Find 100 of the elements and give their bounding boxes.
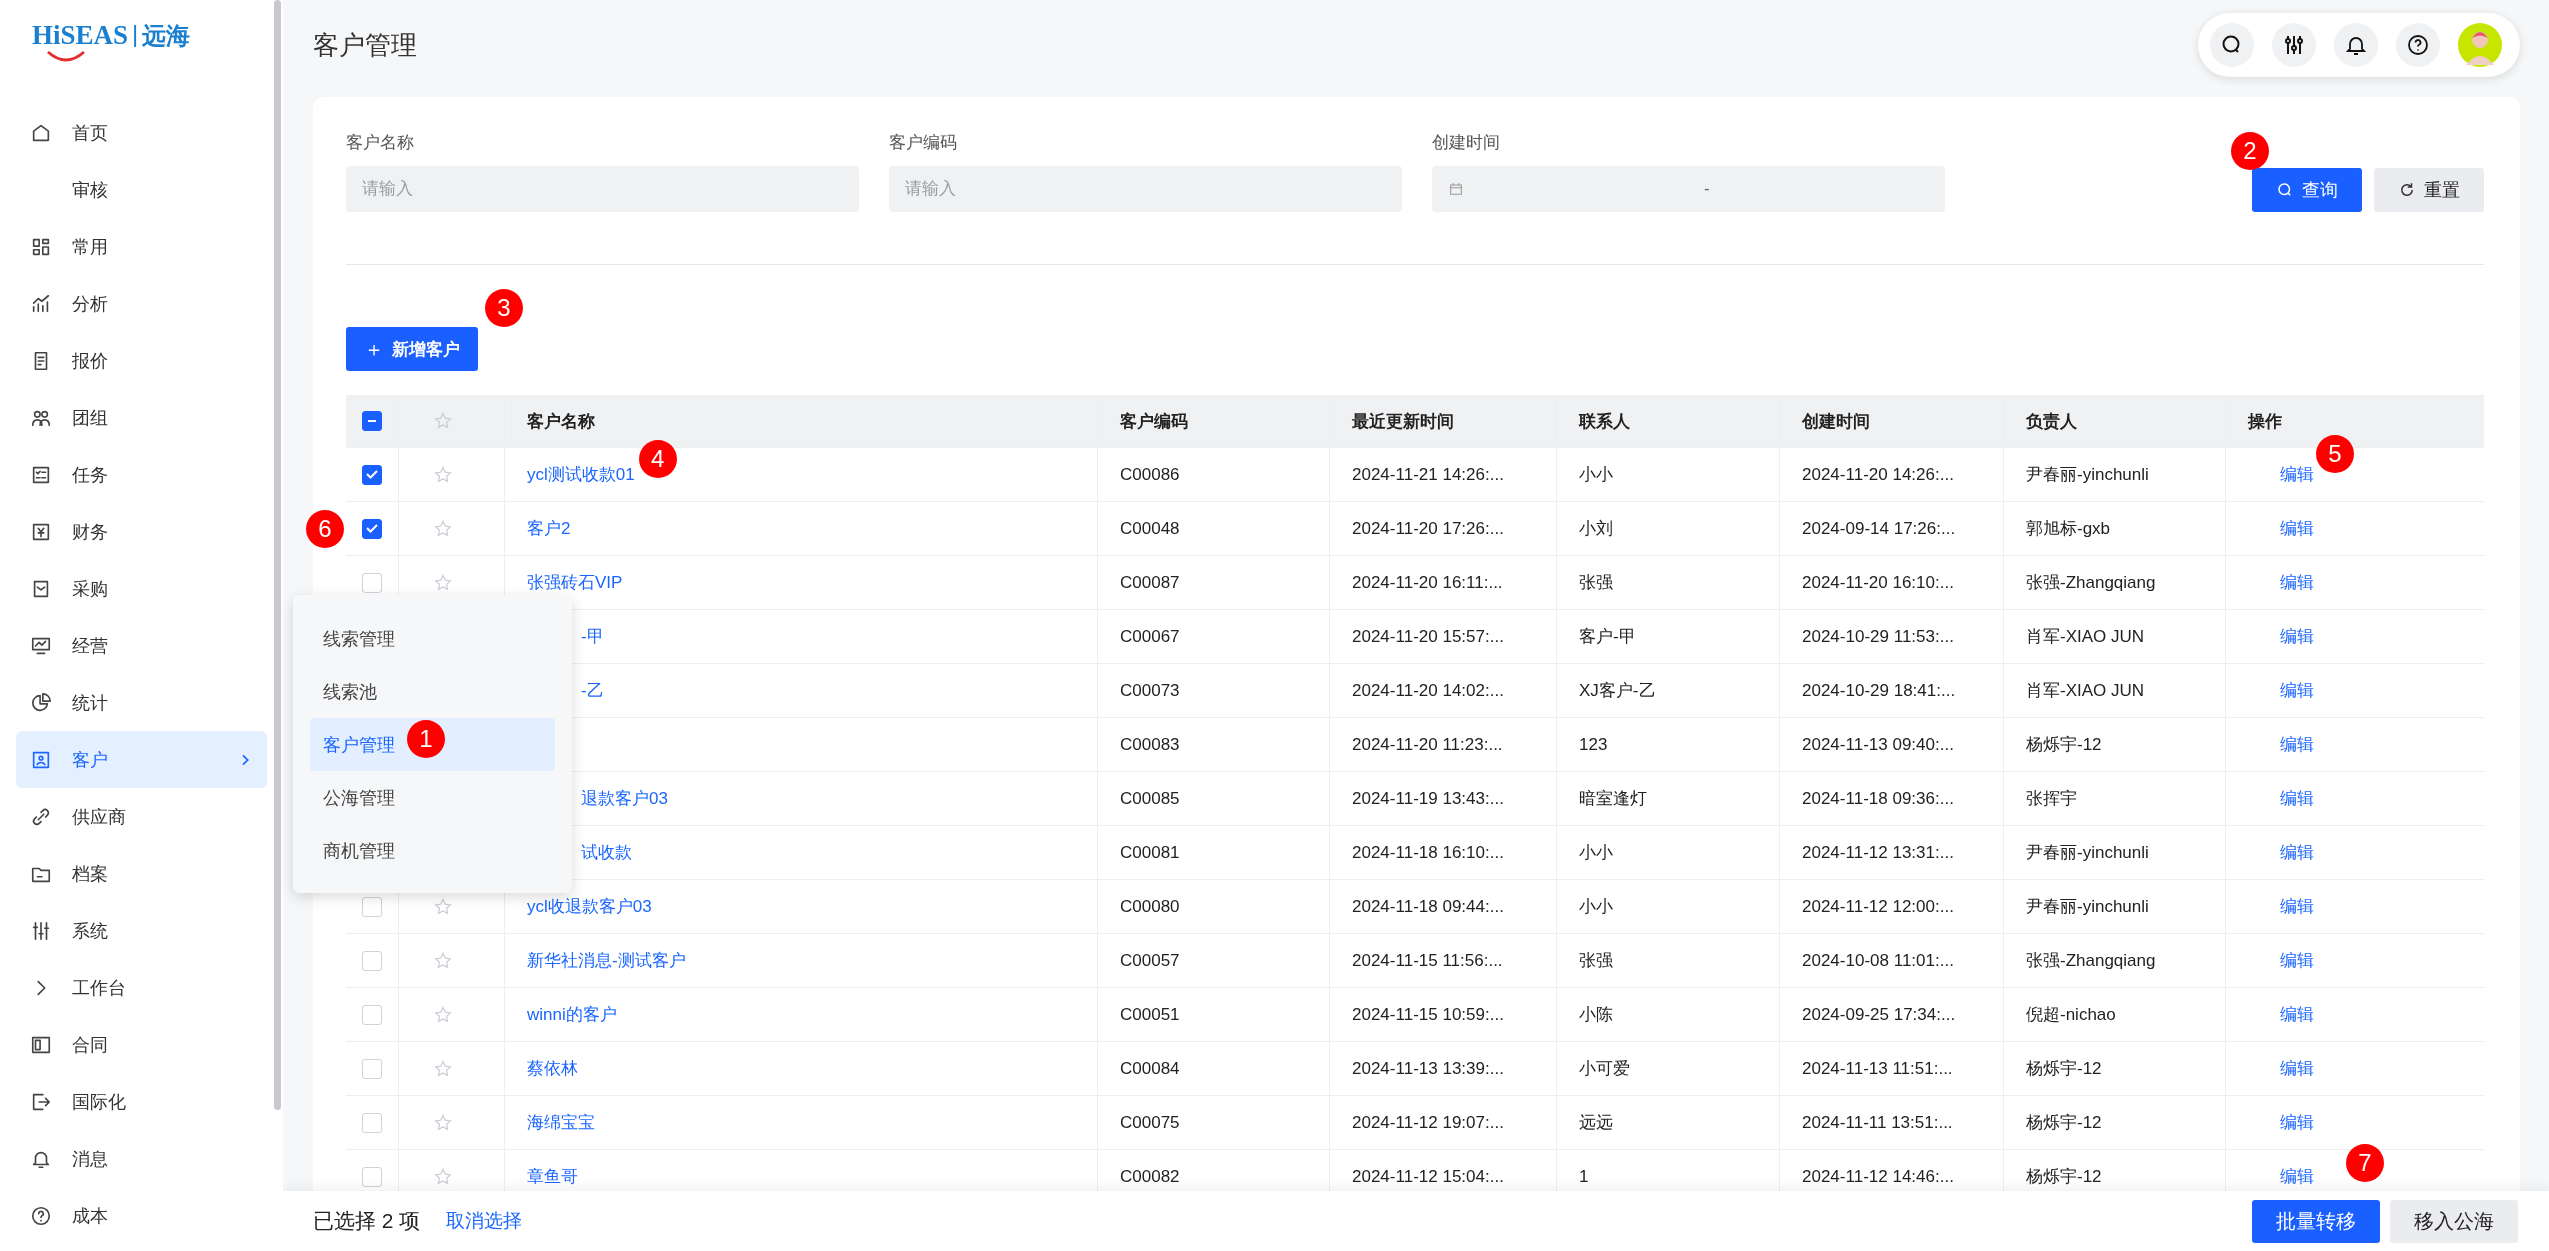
sliders-icon[interactable] bbox=[2272, 23, 2316, 67]
edit-link[interactable]: 编辑 bbox=[2280, 1057, 2314, 1080]
star-icon[interactable] bbox=[433, 896, 453, 917]
column-header: 操作 bbox=[2248, 410, 2282, 433]
customer-name-link[interactable]: 章鱼哥 bbox=[527, 1165, 578, 1188]
sidebar-item[interactable]: 分析 bbox=[16, 275, 267, 332]
bell-icon[interactable] bbox=[2334, 23, 2378, 67]
customer-name-link[interactable]: 试收款 bbox=[581, 841, 632, 864]
sidebar-item[interactable]: 常用 bbox=[16, 218, 267, 275]
table-cell: C00086 bbox=[1120, 464, 1180, 485]
edit-link[interactable]: 编辑 bbox=[2280, 571, 2314, 594]
calendar-icon bbox=[1448, 181, 1464, 197]
table-cell-text: 张强-Zhangqiang bbox=[2026, 950, 2156, 972]
edit-link[interactable]: 编辑 bbox=[2280, 1111, 2314, 1134]
submenu-item[interactable]: 线索管理 bbox=[310, 612, 555, 665]
star-icon[interactable] bbox=[433, 1004, 453, 1025]
edit-link[interactable]: 编辑 bbox=[2280, 625, 2314, 648]
sidebar-item[interactable]: 客户 bbox=[16, 731, 267, 788]
checkbox[interactable] bbox=[362, 518, 382, 539]
date-range-field[interactable]: - bbox=[1432, 166, 1945, 212]
star-icon[interactable] bbox=[433, 572, 453, 593]
check-icon bbox=[366, 470, 378, 479]
column-header: 最近更新时间 bbox=[1352, 410, 1454, 433]
sidebar-item[interactable]: 成本 bbox=[16, 1187, 267, 1244]
star-icon[interactable] bbox=[433, 1112, 453, 1133]
scrollbar[interactable] bbox=[274, 0, 281, 1110]
edit-link[interactable]: 编辑 bbox=[2280, 895, 2314, 918]
customer-name-link[interactable]: 蔡依林 bbox=[527, 1057, 578, 1080]
edit-link[interactable]: 编辑 bbox=[2280, 1165, 2314, 1188]
sidebar-item[interactable]: 采购 bbox=[16, 560, 267, 617]
edit-link[interactable]: 编辑 bbox=[2280, 1003, 2314, 1026]
sidebar-item[interactable]: 报价 bbox=[16, 332, 267, 389]
page-title: 客户管理 bbox=[313, 28, 417, 62]
customer-name-link[interactable]: 张强砖石VIP bbox=[527, 571, 623, 594]
customer-name-link[interactable]: 客户2 bbox=[527, 517, 571, 540]
star-icon[interactable] bbox=[433, 1166, 453, 1187]
star-icon[interactable] bbox=[433, 464, 453, 485]
customer-name-link[interactable]: ycl测试收款01 bbox=[527, 463, 635, 486]
table-cell: C00073 bbox=[1120, 680, 1180, 701]
customer-name-link[interactable]: -乙 bbox=[581, 679, 604, 702]
table-cell: 2024-11-15 10:59:... bbox=[1352, 1004, 1504, 1025]
table-cell-text: 杨烁宇-12 bbox=[2026, 1058, 2102, 1080]
customer-name-link[interactable]: 退款客户03 bbox=[581, 787, 668, 810]
customer-name-link[interactable]: winni的客户 bbox=[527, 1003, 617, 1026]
avatar[interactable] bbox=[2458, 23, 2502, 67]
search-button[interactable]: 查询 bbox=[2252, 168, 2362, 212]
sidebar-item[interactable]: 系统 bbox=[16, 902, 267, 959]
edit-link[interactable]: 编辑 bbox=[2280, 679, 2314, 702]
edit-link[interactable]: 编辑 bbox=[2280, 949, 2314, 972]
search-icon[interactable] bbox=[2210, 23, 2254, 67]
star-icon[interactable] bbox=[433, 518, 453, 539]
table-cell: C00051 bbox=[1120, 1004, 1180, 1025]
edit-link[interactable]: 编辑 bbox=[2280, 787, 2314, 810]
sidebar-item[interactable]: 消息 bbox=[16, 1130, 267, 1187]
table-cell: 2024-11-15 11:56:... bbox=[1352, 950, 1503, 971]
edit-link[interactable]: 编辑 bbox=[2280, 733, 2314, 756]
table-cell: C00083 bbox=[1120, 734, 1180, 755]
customer-name-link[interactable]: 新华社消息-测试客户 bbox=[527, 949, 686, 972]
sidebar-item[interactable]: 经营 bbox=[16, 617, 267, 674]
table-cell: 2024-11-20 11:23:... bbox=[1352, 734, 1503, 755]
table-cell-text: 小小 bbox=[1579, 464, 1613, 486]
table-cell: C00081 bbox=[1120, 842, 1180, 863]
edit-link[interactable]: 编辑 bbox=[2280, 517, 2314, 540]
search-icon bbox=[2276, 181, 2294, 199]
table-cell: 2024-11-20 14:02:... bbox=[1352, 680, 1504, 701]
star-icon[interactable] bbox=[433, 950, 453, 971]
clear-selection-link[interactable]: 取消选择 bbox=[446, 1208, 523, 1234]
checkbox[interactable] bbox=[362, 464, 382, 485]
sidebar-item[interactable]: 供应商 bbox=[16, 788, 267, 845]
reset-button[interactable]: 重置 bbox=[2374, 168, 2484, 212]
sidebar-item[interactable]: 统计 bbox=[16, 674, 267, 731]
sidebar-item[interactable]: 财务 bbox=[16, 503, 267, 560]
submenu-item[interactable]: 公海管理 bbox=[310, 771, 555, 824]
sidebar-item[interactable]: 合同 bbox=[16, 1016, 267, 1073]
sidebar-item[interactable]: 工作台 bbox=[16, 959, 267, 1016]
column-header: 负责人 bbox=[2026, 410, 2077, 433]
sidebar-item[interactable]: 档案 bbox=[16, 845, 267, 902]
sidebar-item[interactable]: 团组 bbox=[16, 389, 267, 446]
checkbox[interactable] bbox=[362, 411, 382, 431]
add-customer-button[interactable]: ＋ 新增客户 bbox=[346, 327, 478, 371]
sidebar-item[interactable]: 首页 bbox=[16, 104, 267, 161]
star-icon[interactable] bbox=[433, 1058, 453, 1079]
customer-name-link[interactable]: -甲 bbox=[581, 625, 604, 648]
sidebar-item[interactable]: 审核 bbox=[16, 161, 267, 218]
submenu-item[interactable]: 商机管理 bbox=[310, 824, 555, 877]
sidebar-item[interactable]: 任务 bbox=[16, 446, 267, 503]
submenu-item[interactable]: 线索池 bbox=[310, 665, 555, 718]
help-icon[interactable] bbox=[2396, 23, 2440, 67]
customer-name-link[interactable]: 海绵宝宝 bbox=[527, 1111, 595, 1134]
table-cell-text: 倪超-nichao bbox=[2026, 1004, 2116, 1026]
edit-link[interactable]: 编辑 bbox=[2280, 841, 2314, 864]
table-cell-text: XJ客户-乙 bbox=[1579, 680, 1656, 702]
star-icon[interactable] bbox=[433, 411, 453, 431]
edit-link[interactable]: 编辑 bbox=[2280, 463, 2314, 486]
action-button[interactable]: 移入公海 bbox=[2390, 1199, 2518, 1243]
input-field[interactable]: 请输入 bbox=[346, 166, 859, 212]
sidebar-item[interactable]: 国际化 bbox=[16, 1073, 267, 1130]
input-field[interactable]: 请输入 bbox=[889, 166, 1402, 212]
action-button[interactable]: 批量转移 bbox=[2252, 1199, 2380, 1243]
customer-name-link[interactable]: ycl收退款客户03 bbox=[527, 895, 652, 918]
